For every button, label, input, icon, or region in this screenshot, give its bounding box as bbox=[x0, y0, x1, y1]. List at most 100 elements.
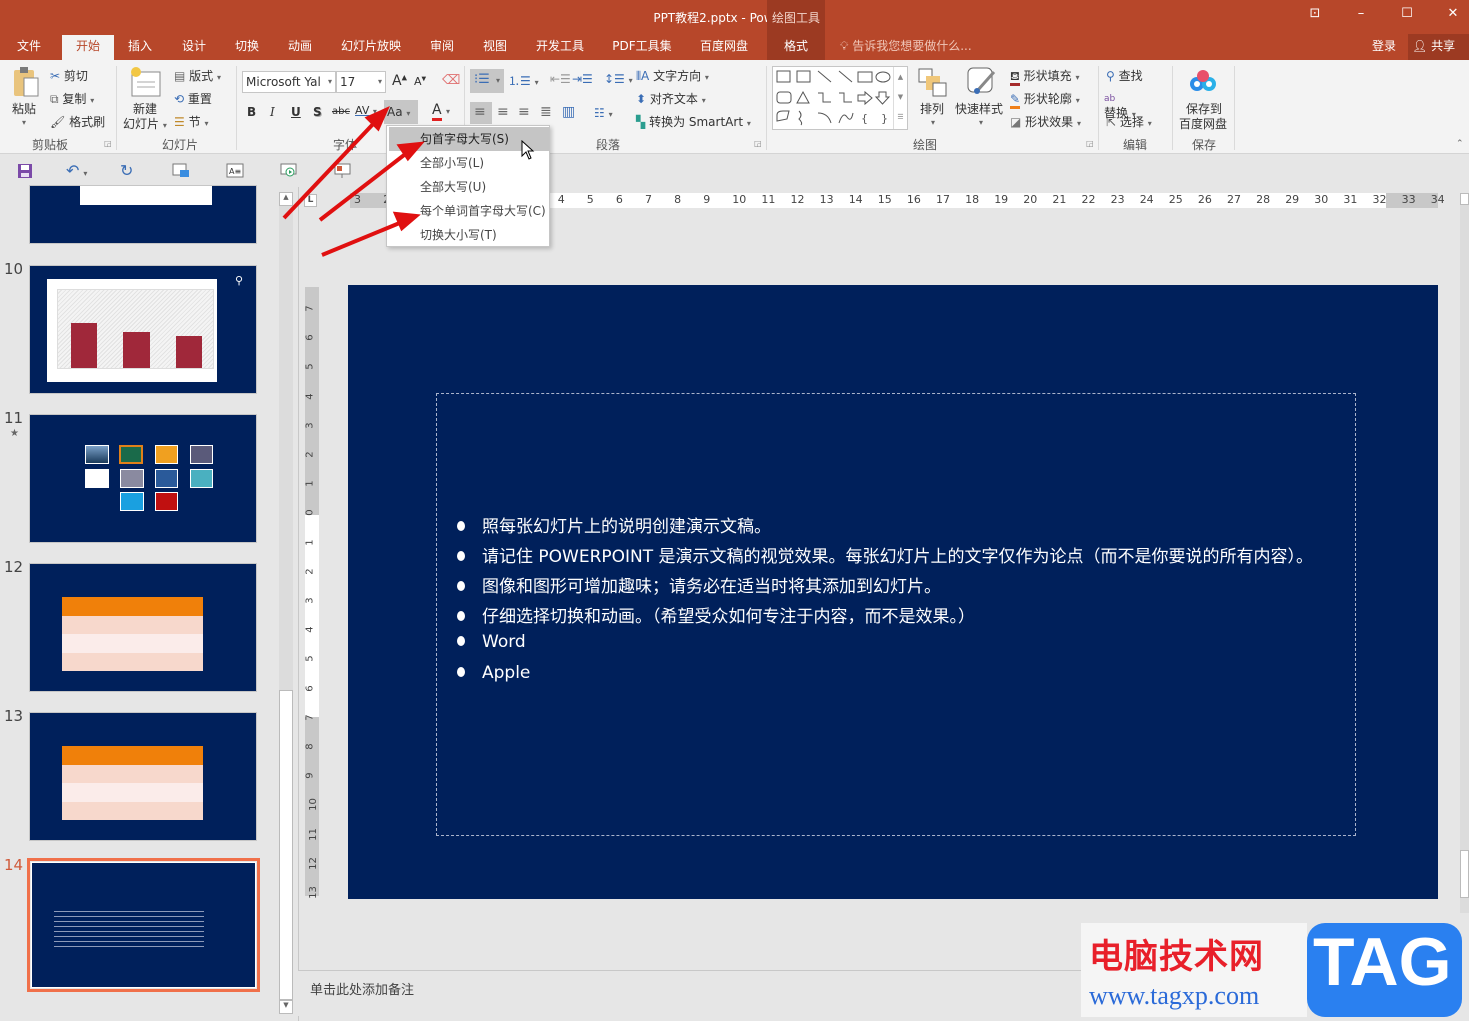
content-textbox[interactable]: 照每张幻灯片上的说明创建演示文稿。 请记住 POWERPOINT 是演示文稿的视… bbox=[436, 393, 1356, 836]
tell-me-search[interactable]: 💡︎ 告诉我您想要做什么... bbox=[840, 37, 972, 54]
decrease-indent-button[interactable]: ⇤☰ bbox=[550, 72, 571, 86]
arrange-label[interactable]: 排列 bbox=[920, 100, 944, 117]
columns-button[interactable]: ☷ ▾ bbox=[594, 106, 613, 120]
shape-effects-button[interactable]: ◪ 形状效果 ▾ bbox=[1010, 113, 1081, 130]
font-size-combobox[interactable]: 17 ▾ bbox=[336, 71, 386, 93]
thumbnail-scrollbar[interactable]: ▲ ▼ bbox=[279, 192, 293, 1014]
convert-smartart-button[interactable]: ▚ 转换为 SmartArt ▾ bbox=[636, 113, 751, 130]
ribbon-display-options-button[interactable]: ⊡ bbox=[1302, 6, 1328, 26]
align-right-button[interactable]: ≡ bbox=[518, 104, 530, 120]
increase-indent-button[interactable]: ⇥☰ bbox=[572, 72, 593, 86]
maximize-button[interactable]: ☐ bbox=[1394, 6, 1420, 26]
align-text-button[interactable]: ⬍ 对齐文本 ▾ bbox=[636, 90, 706, 107]
tab-file[interactable]: 文件 bbox=[8, 35, 50, 60]
scrollbar-thumb[interactable] bbox=[279, 690, 293, 1000]
tab-animations[interactable]: 动画 bbox=[278, 35, 322, 60]
scroll-down-button[interactable]: ▼ bbox=[279, 1000, 293, 1014]
redo-button[interactable]: ↻ bbox=[120, 161, 133, 180]
numbering-button[interactable]: ⒈☰ ▾ bbox=[508, 72, 539, 89]
gallery-scroll[interactable]: ▲ ▼ ☰ bbox=[893, 67, 907, 129]
tab-developer[interactable]: 开发工具 bbox=[528, 35, 592, 60]
clear-formatting-button[interactable]: ⌫ bbox=[442, 73, 460, 88]
scroll-up-button[interactable] bbox=[1460, 193, 1469, 205]
shrink-font-button[interactable]: A▼ bbox=[414, 75, 426, 88]
align-left-button[interactable]: ≡ bbox=[470, 102, 492, 124]
layout-button[interactable]: ▤ 版式 ▾ bbox=[174, 67, 221, 84]
arrange-button[interactable] bbox=[918, 68, 948, 98]
copy-button[interactable]: ⧉ 复制 ▾ bbox=[50, 90, 94, 107]
undo-button[interactable]: ↶ ▾ bbox=[66, 161, 87, 180]
slide-thumbnail-10[interactable]: ⚲ bbox=[29, 265, 257, 394]
quick-styles-button[interactable] bbox=[966, 66, 996, 98]
bullet-item[interactable]: 请记住 POWERPOINT 是演示文稿的视觉效果。每张幻灯片上的文字仅作为论点… bbox=[457, 542, 1313, 572]
text-box-button[interactable]: A≡ bbox=[226, 163, 244, 182]
slide-thumbnail-9[interactable] bbox=[29, 185, 257, 244]
bullet-item[interactable]: 仔细选择切换和动画。（希望受众如何专注于内容，而不是效果。） bbox=[457, 602, 975, 632]
cursor-icon: ⇱ bbox=[1106, 115, 1117, 129]
select-button[interactable]: ⇱ 选择 ▾ bbox=[1106, 113, 1152, 130]
font-name-combobox[interactable]: Microsoft Yal ▾ bbox=[242, 71, 336, 93]
drawing-launcher-icon[interactable]: ◲ bbox=[1086, 139, 1094, 148]
find-button[interactable]: ⚲ 查找 bbox=[1106, 67, 1143, 84]
justify-button[interactable]: ≣ bbox=[540, 104, 552, 120]
minimize-button[interactable]: – bbox=[1348, 6, 1374, 26]
bullet-item[interactable]: 照每张幻灯片上的说明创建演示文稿。 bbox=[457, 512, 771, 542]
share-button[interactable]: 👤︎ 共享 bbox=[1408, 34, 1469, 60]
new-slide-button[interactable] bbox=[128, 66, 162, 98]
bullet-item[interactable]: 图像和图形可增加趣味；请务必在适当时将其添加到幻灯片。 bbox=[457, 572, 941, 602]
slide-thumbnail-11[interactable] bbox=[29, 414, 257, 543]
quick-styles-label[interactable]: 快速样式 bbox=[955, 100, 1003, 117]
paste-button[interactable] bbox=[12, 66, 40, 98]
notes-placeholder[interactable]: 单击此处添加备注 bbox=[310, 979, 414, 998]
editor-scrollbar[interactable] bbox=[1460, 193, 1469, 913]
clipboard-launcher-icon[interactable]: ◲ bbox=[104, 139, 112, 148]
tab-review[interactable]: 审阅 bbox=[420, 35, 464, 60]
shape-outline-button[interactable]: ✎ 形状轮廓 ▾ bbox=[1010, 90, 1080, 109]
baidu-save-button[interactable] bbox=[1188, 68, 1218, 94]
distributed-button[interactable]: ▥ bbox=[562, 104, 575, 120]
close-button[interactable]: ✕ bbox=[1440, 6, 1466, 26]
align-center-button[interactable]: ≡ bbox=[497, 104, 509, 120]
slide-thumbnail-14-selected[interactable] bbox=[27, 858, 260, 992]
slide-canvas[interactable]: 照每张幻灯片上的说明创建演示文稿。 请记住 POWERPOINT 是演示文稿的视… bbox=[348, 285, 1438, 899]
format-painter-button[interactable]: 🖌︎ 格式刷 bbox=[50, 113, 105, 130]
paste-dropdown[interactable]: ▾ bbox=[22, 118, 26, 127]
tab-format[interactable]: 格式 bbox=[767, 35, 825, 60]
scrollbar-thumb[interactable] bbox=[1460, 850, 1469, 898]
tab-home[interactable]: 开始 bbox=[62, 35, 114, 60]
vertical-ruler[interactable]: 7 6 5 4 3 2 1 0 1 2 3 4 5 6 7 8 9 10 11 12 13 bbox=[304, 287, 319, 899]
text-direction-button[interactable]: ⫴A 文字方向 ▾ bbox=[636, 67, 709, 84]
save-button[interactable] bbox=[17, 163, 33, 182]
collapse-ribbon-icon[interactable]: ⌃ bbox=[1456, 139, 1464, 149]
quick-styles-dropdown[interactable]: ▾ bbox=[979, 118, 983, 127]
slide-thumbnail-12[interactable] bbox=[29, 563, 257, 692]
bold-button[interactable]: B bbox=[247, 105, 256, 119]
login-link[interactable]: 登录 bbox=[1372, 37, 1396, 54]
section-button[interactable]: ☰ 节 ▾ bbox=[174, 113, 208, 130]
tab-slideshow[interactable]: 幻灯片放映 bbox=[334, 35, 408, 60]
grow-font-button[interactable]: A▲ bbox=[392, 73, 407, 89]
tab-view[interactable]: 视图 bbox=[473, 35, 517, 60]
slide-thumbnail-13[interactable] bbox=[29, 712, 257, 841]
tab-baidu-netdisk[interactable]: 百度网盘 bbox=[692, 35, 756, 60]
bullet-item[interactable]: Apple bbox=[457, 663, 530, 693]
tab-insert[interactable]: 插入 bbox=[118, 35, 162, 60]
cut-button[interactable]: ✂ 剪切 bbox=[50, 67, 88, 84]
from-beginning-button[interactable] bbox=[172, 163, 190, 182]
tab-pdf-tools[interactable]: PDF工具集 bbox=[604, 35, 680, 60]
ruler-tick-label: 6 bbox=[304, 684, 316, 692]
save-to-label-2[interactable]: 百度网盘 bbox=[1179, 115, 1227, 132]
reset-button[interactable]: ⟲ 重置 bbox=[174, 90, 212, 107]
tab-transitions[interactable]: 切换 bbox=[225, 35, 269, 60]
line-spacing-button[interactable]: ↕☰ ▾ bbox=[604, 72, 633, 86]
paragraph-launcher-icon[interactable]: ◲ bbox=[754, 139, 762, 148]
tab-design[interactable]: 设计 bbox=[172, 35, 216, 60]
new-slide-label-2[interactable]: 幻灯片 ▾ bbox=[123, 115, 167, 132]
bullets-button[interactable]: ⁝☰ ▾ bbox=[470, 69, 504, 93]
shapes-gallery[interactable]: {} ▲ ▼ ☰ bbox=[772, 66, 908, 130]
bullet-item[interactable]: Word bbox=[457, 632, 526, 662]
shape-fill-button[interactable]: ⛾ 形状填充 ▾ bbox=[1010, 67, 1080, 86]
ruler-tick-label: 6 bbox=[304, 334, 316, 341]
arrange-dropdown[interactable]: ▾ bbox=[931, 118, 935, 127]
paste-label[interactable]: 粘贴 bbox=[12, 100, 36, 117]
